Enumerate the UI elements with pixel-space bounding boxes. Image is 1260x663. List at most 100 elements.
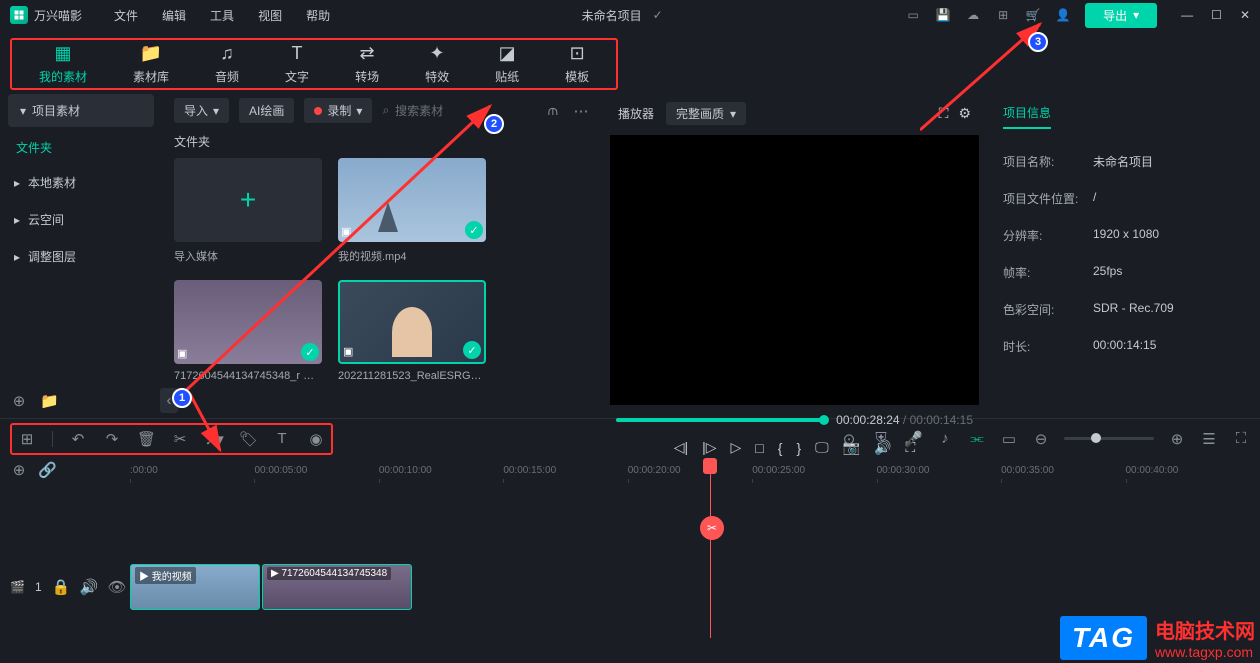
export-button[interactable]: 导出 ▾ bbox=[1085, 3, 1157, 28]
check-icon: ✓ bbox=[650, 7, 666, 23]
new-folder-icon[interactable]: ⊕ bbox=[10, 392, 28, 410]
display-icon[interactable]: 🖵 bbox=[815, 439, 829, 456]
timeline-clip[interactable]: ▶ 7172604544134745348 bbox=[262, 564, 412, 610]
titlebar: 万兴喵影 文件 编辑 工具 视图 帮助 未命名项目 ✓ ▭ 💾 ☁ ⊞ 🛒 👤 … bbox=[0, 0, 1260, 30]
track-number: 1 bbox=[35, 580, 42, 594]
maximize-button[interactable]: ☐ bbox=[1211, 8, 1222, 22]
minimize-button[interactable]: — bbox=[1181, 8, 1193, 22]
info-label: 分辨率: bbox=[1003, 227, 1093, 244]
info-value: 00:00:14:15 bbox=[1093, 338, 1156, 355]
annotation-badge-3: 3 bbox=[1028, 32, 1048, 52]
video-track: 🎬 1 🔒 🔊 👁 ▶ 我的视频 ▶ 7172604544134745348 bbox=[10, 562, 1250, 612]
mute-icon[interactable]: 🔊 bbox=[80, 578, 98, 596]
menu-tools[interactable]: 工具 bbox=[198, 7, 246, 24]
filter-icon[interactable]: ⫙ bbox=[544, 102, 562, 119]
info-value: 25fps bbox=[1093, 264, 1122, 281]
info-value: SDR - Rec.709 bbox=[1093, 301, 1174, 318]
sidebar-item-cloud[interactable]: ▸云空间 bbox=[0, 201, 162, 238]
logo-icon bbox=[10, 6, 28, 24]
track-type-icon[interactable]: 🎬 bbox=[10, 580, 25, 594]
sidebar-folder-label[interactable]: 文件夹 bbox=[0, 131, 162, 164]
user-icon[interactable]: 👤 bbox=[1055, 7, 1071, 23]
delete-icon[interactable]: 🗑 bbox=[137, 430, 155, 448]
stop-button[interactable]: □ bbox=[755, 440, 763, 456]
menu-view[interactable]: 视图 bbox=[246, 7, 294, 24]
player-title: 播放器 bbox=[618, 105, 654, 122]
zoom-in-icon[interactable]: ⊕ bbox=[1168, 430, 1186, 448]
shield-icon[interactable]: ⛨ bbox=[872, 430, 890, 447]
fit-icon[interactable]: ⛶ bbox=[1232, 430, 1250, 447]
timeline-add-icon[interactable]: ⊕ bbox=[10, 461, 28, 479]
chevron-down-icon: ▾ bbox=[1133, 8, 1139, 22]
mark-out-icon[interactable]: } bbox=[796, 440, 801, 456]
media-icon: ▦ bbox=[55, 43, 72, 64]
list-icon[interactable]: ☰ bbox=[1200, 430, 1218, 448]
info-label: 项目文件位置: bbox=[1003, 190, 1093, 207]
zoom-slider[interactable] bbox=[1064, 437, 1154, 440]
player-progress-bar[interactable] bbox=[616, 418, 826, 422]
cut-marker[interactable]: ✂ bbox=[700, 516, 724, 540]
app-name: 万兴喵影 bbox=[34, 7, 82, 24]
next-frame-icon[interactable]: |▷ bbox=[702, 439, 716, 456]
info-label: 帧率: bbox=[1003, 264, 1093, 281]
tab-audio[interactable]: ♫音频 bbox=[192, 46, 262, 82]
folder-icon: 📁 bbox=[140, 43, 162, 64]
zoom-out-icon[interactable]: ⊖ bbox=[1032, 430, 1050, 448]
tab-my-media[interactable]: ▦我的素材 bbox=[16, 46, 110, 82]
redo-icon[interactable]: ↷ bbox=[103, 430, 121, 448]
mic-icon[interactable]: 🎤 bbox=[904, 430, 922, 448]
annotation-badge-2: 2 bbox=[484, 114, 504, 134]
info-value: 未命名项目 bbox=[1093, 153, 1153, 170]
info-value: 1920 x 1080 bbox=[1093, 227, 1159, 244]
timeline-ruler[interactable]: :00:00 00:00:05:00 00:00:10:00 00:00:15:… bbox=[130, 465, 1250, 476]
annotation-arrow-1b bbox=[190, 390, 390, 460]
tab-templates[interactable]: ⊡模板 bbox=[542, 46, 612, 82]
grid-icon[interactable]: ⊞ bbox=[18, 430, 36, 448]
sidebar-header[interactable]: ▾ 项目素材 bbox=[8, 94, 154, 127]
folder-icon[interactable]: 📁 bbox=[40, 392, 58, 410]
music-icon: ♫ bbox=[220, 43, 234, 64]
music-icon[interactable]: ♪ bbox=[936, 430, 954, 447]
mixer-icon[interactable]: ⫘ bbox=[968, 430, 986, 447]
tab-stickers[interactable]: ◪贴纸 bbox=[472, 46, 542, 82]
chevron-down-icon: ▾ bbox=[730, 107, 736, 121]
tab-stock[interactable]: 📁素材库 bbox=[110, 46, 192, 82]
prev-frame-icon[interactable]: ◁| bbox=[674, 439, 688, 456]
playhead[interactable] bbox=[710, 458, 711, 638]
annotation-arrow-1 bbox=[180, 96, 500, 406]
info-label: 项目名称: bbox=[1003, 153, 1093, 170]
cut-icon[interactable]: ✂ bbox=[171, 430, 189, 448]
chevron-right-icon: ▸ bbox=[14, 176, 20, 190]
menu-help[interactable]: 帮助 bbox=[294, 7, 342, 24]
menu-edit[interactable]: 编辑 bbox=[150, 7, 198, 24]
sidebar-item-local[interactable]: ▸本地素材 bbox=[0, 164, 162, 201]
play-button[interactable]: ▷ bbox=[731, 439, 742, 456]
undo-icon[interactable]: ↶ bbox=[69, 430, 87, 448]
app-logo: 万兴喵影 bbox=[10, 6, 82, 24]
quality-select[interactable]: 完整画质▾ bbox=[666, 102, 746, 125]
timeline-clip[interactable]: ▶ 我的视频 bbox=[130, 564, 260, 610]
tab-transition[interactable]: ⇄转场 bbox=[332, 46, 402, 82]
sidebar: ▾ 项目素材 文件夹 ▸本地素材 ▸云空间 ▸调整图层 bbox=[0, 90, 162, 418]
chevron-right-icon: ▸ bbox=[14, 213, 20, 227]
chevron-right-icon: ▸ bbox=[14, 250, 20, 264]
visibility-icon[interactable]: 👁 bbox=[108, 578, 126, 596]
desktop-icon[interactable]: ▭ bbox=[905, 7, 921, 23]
marker-icon[interactable]: ▭ bbox=[1000, 430, 1018, 448]
sidebar-item-adjust[interactable]: ▸调整图层 bbox=[0, 238, 162, 275]
player-screen[interactable] bbox=[610, 135, 979, 405]
link-icon[interactable]: 🔗 bbox=[38, 461, 56, 479]
tab-effects[interactable]: ✦特效 bbox=[402, 46, 472, 82]
more-icon[interactable]: ⋯ bbox=[572, 102, 590, 120]
close-button[interactable]: ✕ bbox=[1240, 8, 1250, 22]
text-icon: T bbox=[292, 43, 303, 64]
menu-file[interactable]: 文件 bbox=[102, 7, 150, 24]
player-time: 00:00:28:24 / 00:00:14:15 bbox=[836, 413, 973, 427]
tab-text[interactable]: T文字 bbox=[262, 46, 332, 82]
tool-icon[interactable]: ⊙ bbox=[840, 430, 858, 448]
lock-icon[interactable]: 🔒 bbox=[52, 578, 70, 596]
main-tabs: ▦我的素材 📁素材库 ♫音频 T文字 ⇄转场 ✦特效 ◪贴纸 ⊡模板 bbox=[0, 30, 1260, 90]
project-title: 未命名项目 bbox=[582, 7, 642, 24]
annotation-badge-1: 1 bbox=[172, 388, 192, 408]
mark-in-icon[interactable]: { bbox=[778, 440, 783, 456]
